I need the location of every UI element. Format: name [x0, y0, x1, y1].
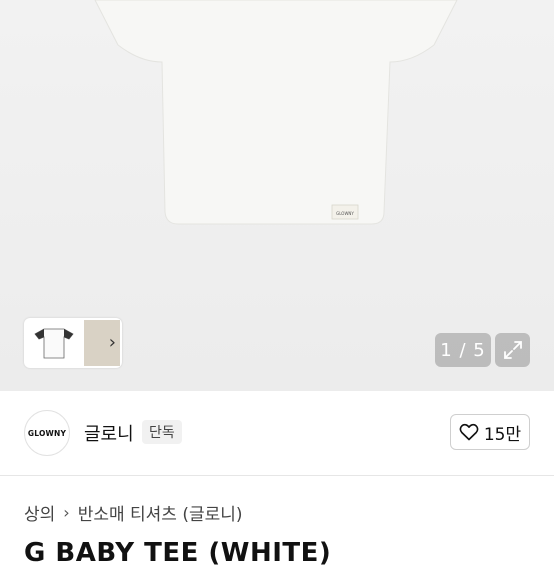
brand-name[interactable]: 글로니: [84, 420, 134, 446]
thumbnail-strip[interactable]: ›: [24, 318, 122, 368]
image-counter: 1 / 5: [435, 333, 491, 367]
heart-icon: [459, 423, 479, 441]
thumbnail-1[interactable]: [26, 320, 82, 366]
brand-logo[interactable]: GLOWNY: [24, 410, 70, 456]
chevron-right-icon: ›: [63, 503, 70, 522]
brand-row: GLOWNY 글로니 단독 15만: [0, 391, 554, 476]
product-title: G BABY TEE (WHITE): [24, 538, 332, 568]
breadcrumb: 상의 › 반소매 티셔츠 (글로니): [24, 500, 243, 525]
svg-text:GLOWNY: GLOWNY: [336, 211, 354, 216]
like-button[interactable]: 15만: [450, 414, 530, 450]
breadcrumb-item-category[interactable]: 상의: [24, 500, 55, 525]
exclusive-badge: 단독: [142, 420, 182, 444]
expand-icon: [503, 341, 522, 359]
expand-button[interactable]: [495, 333, 530, 367]
product-image-gallery[interactable]: GLOWNY › 1 / 5: [0, 0, 554, 391]
like-count: 15만: [483, 424, 522, 445]
chevron-right-icon[interactable]: ›: [109, 332, 116, 353]
breadcrumb-item-subcategory[interactable]: 반소매 티셔츠 (글로니): [78, 500, 243, 525]
